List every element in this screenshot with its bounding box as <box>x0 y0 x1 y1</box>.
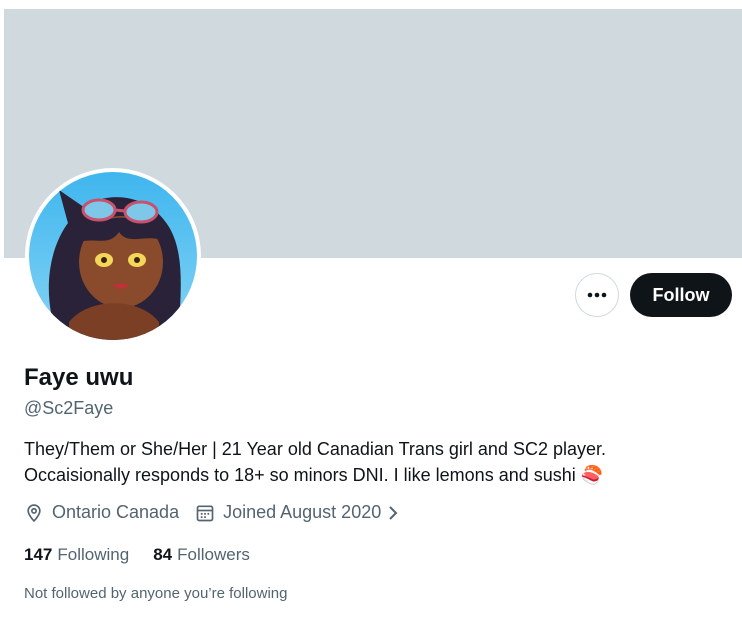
followers-link[interactable]: 84 Followers <box>153 545 250 565</box>
display-name: Faye uwu <box>24 364 134 391</box>
follow-button[interactable]: Follow <box>630 273 732 317</box>
profile-bio: They/Them or She/Her | 21 Year old Canad… <box>24 436 724 488</box>
calendar-icon <box>196 504 214 521</box>
top-strip <box>0 0 742 9</box>
following-link[interactable]: 147 Following <box>24 545 129 565</box>
bio-line-1: They/Them or She/Her | 21 Year old Canad… <box>24 439 607 459</box>
bio-line-2-text: Occaisionally responds to 18+ so minors … <box>24 465 576 485</box>
avatar[interactable] <box>29 172 197 340</box>
followers-label: Followers <box>177 545 250 564</box>
location-pin-icon <box>27 503 41 522</box>
followers-count: 84 <box>153 545 173 564</box>
follow-stats: 147 Following 84 Followers <box>24 545 250 565</box>
mutual-followers-note: Not followed by anyone you’re following <box>24 585 288 602</box>
following-count: 147 <box>24 545 53 564</box>
following-label: Following <box>57 545 130 564</box>
bio-line-2: Occaisionally responds to 18+ so minors … <box>24 462 724 488</box>
more-dots-icon <box>587 292 607 298</box>
more-options-button[interactable] <box>575 273 619 317</box>
joined-item[interactable]: Joined August 2020 <box>195 502 401 523</box>
profile-meta: Ontario Canada Joined August 2020 <box>24 502 401 523</box>
sushi-emoji: 🍣 <box>580 465 604 485</box>
location-text: Ontario Canada <box>52 502 180 522</box>
user-handle: @Sc2Faye <box>24 398 114 418</box>
location-item: Ontario Canada <box>24 502 179 523</box>
profile-page: Follow Faye uwu @Sc2Faye They/Them or Sh… <box>0 0 742 642</box>
joined-text: Joined August 2020 <box>223 502 382 522</box>
avatar-border <box>25 168 201 344</box>
chevron-right-icon <box>389 505 398 520</box>
